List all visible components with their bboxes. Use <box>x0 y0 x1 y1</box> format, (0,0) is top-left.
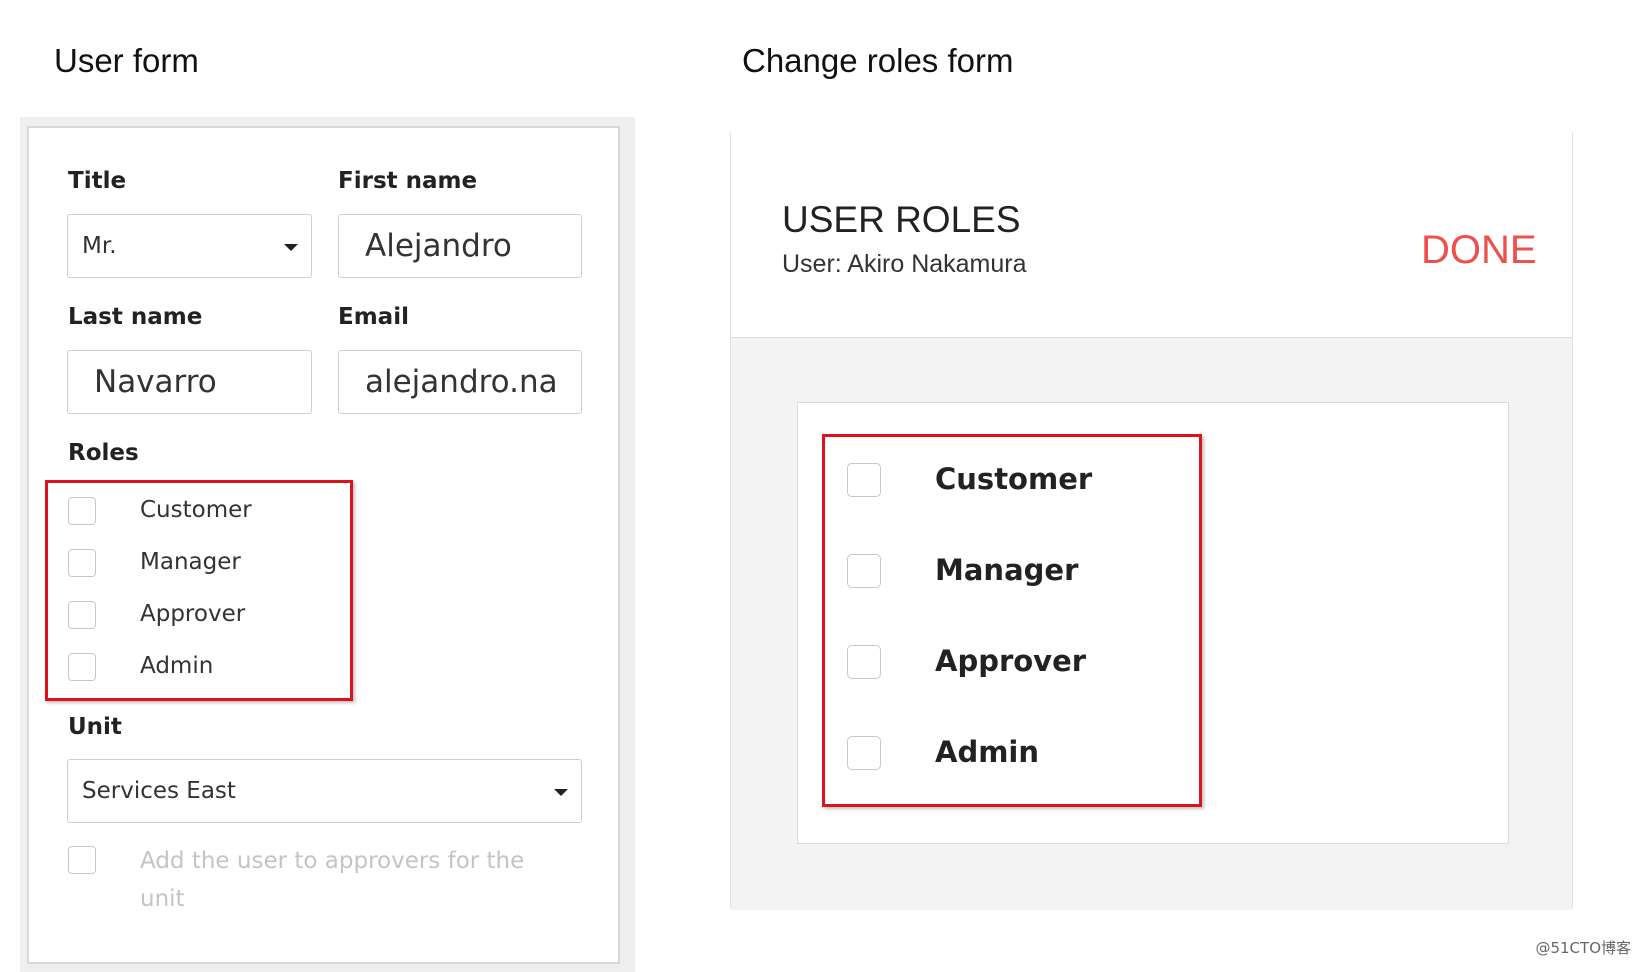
title-label: Title <box>68 168 127 194</box>
email-clip: alejandro.navarro <box>365 364 557 400</box>
change-roles-caption: Change roles form <box>742 42 1014 79</box>
approver-checkbox[interactable] <box>68 601 96 629</box>
user-name-line: User: Akiro Nakamura <box>782 250 1027 278</box>
caret-down-icon <box>284 244 298 251</box>
approvers-label: Add the user to approvers for the unit <box>140 848 525 912</box>
title-select[interactable]: Mr. <box>67 214 312 278</box>
email-input[interactable]: alejandro.navarro <box>338 350 582 414</box>
unit-label: Unit <box>68 714 122 740</box>
admin-role-name: Admin <box>935 735 1040 769</box>
admin-role-label: Admin <box>140 653 214 679</box>
manager-role-checkbox[interactable] <box>847 554 881 588</box>
last-name-input[interactable]: Navarro <box>67 350 312 414</box>
user-roles-heading: USER ROLES <box>782 199 1021 240</box>
unit-select-value: Services East <box>82 778 236 804</box>
approvers-checkbox[interactable] <box>68 846 96 874</box>
approver-role-name: Approver <box>935 644 1087 678</box>
watermark: @51CTO博客 <box>1535 939 1631 957</box>
admin-role-checkbox[interactable] <box>847 736 881 770</box>
approver-role-label: Approver <box>140 601 246 627</box>
roles-label: Roles <box>68 440 139 466</box>
manager-checkbox[interactable] <box>68 549 96 577</box>
manager-role-name: Manager <box>935 553 1079 587</box>
user-form-caption: User form <box>54 42 199 79</box>
manager-role-label: Manager <box>140 549 241 575</box>
admin-checkbox[interactable] <box>68 653 96 681</box>
done-button[interactable]: DONE <box>1421 228 1537 273</box>
title-select-value: Mr. <box>82 233 117 259</box>
first-name-input[interactable]: Alejandro <box>338 214 582 278</box>
unit-select[interactable]: Services East <box>67 759 582 823</box>
caret-down-icon <box>554 789 568 796</box>
email-label: Email <box>338 304 409 330</box>
approver-role-checkbox[interactable] <box>847 645 881 679</box>
first-name-label: First name <box>338 168 478 194</box>
last-name-value: Navarro <box>94 364 217 400</box>
first-name-value: Alejandro <box>365 228 512 264</box>
customer-role-checkbox[interactable] <box>847 463 881 497</box>
customer-role-name: Customer <box>935 462 1093 496</box>
customer-checkbox[interactable] <box>68 497 96 525</box>
last-name-label: Last name <box>68 304 203 330</box>
customer-role-label: Customer <box>140 497 252 523</box>
email-value: alejandro.navarro <box>365 364 557 400</box>
